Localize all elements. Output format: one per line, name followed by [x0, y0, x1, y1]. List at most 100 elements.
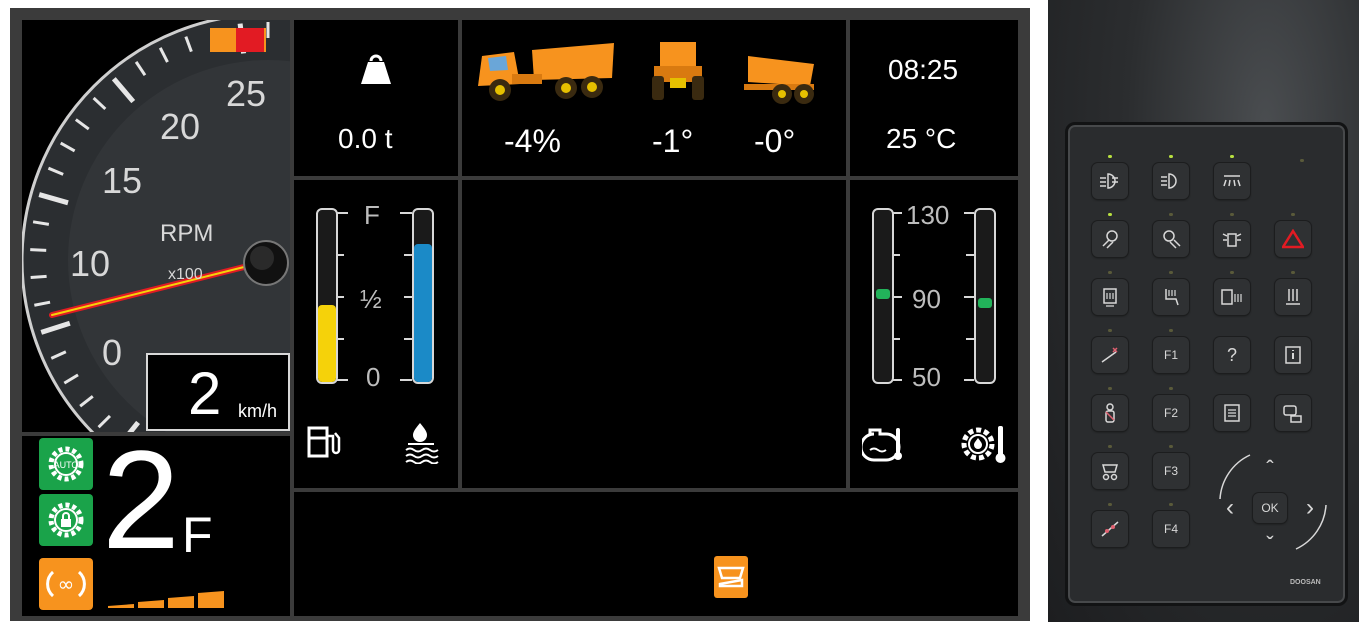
- mirror-heat-icon: [1103, 288, 1117, 307]
- svg-text:AUTO: AUTO: [54, 460, 79, 470]
- oil-temp-icon: [961, 426, 1006, 463]
- rear-defrost-icon: [1286, 289, 1300, 305]
- led-work-light: [1230, 155, 1234, 158]
- rpm-multiplier: x100: [168, 266, 203, 283]
- temp-label-130: 130: [906, 200, 950, 230]
- grade-value: -4%: [504, 123, 561, 159]
- key-menu[interactable]: [1214, 395, 1250, 431]
- gear-lock-button: [39, 494, 93, 546]
- wiper-icon: [1101, 347, 1118, 363]
- key-f3[interactable]: F3: [1153, 453, 1189, 489]
- led-hazard: [1291, 213, 1295, 216]
- key-camera[interactable]: [1275, 395, 1311, 431]
- headlight-high-icon: [1161, 173, 1177, 189]
- level-label-full: F: [364, 200, 380, 230]
- key-beacon[interactable]: [1214, 221, 1250, 257]
- weight-icon: [361, 54, 391, 84]
- key-rear-defrost[interactable]: [1275, 279, 1311, 315]
- led-front-defrost: [1230, 271, 1234, 274]
- led-beacon: [1230, 213, 1234, 216]
- levels-panel: F ½ 0: [294, 180, 458, 488]
- tick-label-10: 10: [70, 243, 111, 284]
- key-diff-lock[interactable]: [1092, 511, 1128, 547]
- speed-box: 2 km/h: [146, 353, 290, 431]
- temp-label-50: 50: [912, 362, 941, 392]
- key-seatbelt[interactable]: [1092, 395, 1128, 431]
- key-rear-work-lights[interactable]: [1153, 221, 1189, 257]
- info-icon: [1285, 346, 1301, 364]
- led-dump-body: [1108, 445, 1112, 448]
- truck-grade-icon: [478, 43, 614, 101]
- level-label-half: ½: [360, 284, 382, 314]
- level-label-empty: 0: [366, 362, 381, 392]
- svg-text:∞: ∞: [58, 572, 75, 596]
- clock-time: 08:25: [888, 54, 959, 85]
- work-light-icon: [1223, 175, 1241, 187]
- key-hazard[interactable]: [1275, 221, 1311, 257]
- key-f2[interactable]: F2: [1153, 395, 1189, 431]
- front-lights-icon: [1102, 230, 1118, 249]
- led-mirror-heat: [1108, 271, 1112, 274]
- def-fluid-icon: [405, 423, 439, 464]
- key-seat-heat[interactable]: [1153, 279, 1189, 315]
- key-nav-down[interactable]: ˇ: [1255, 531, 1285, 559]
- payload-panel: 0.0 t: [294, 20, 458, 176]
- gear-auto-icon: AUTO: [48, 446, 84, 482]
- key-dump-body[interactable]: [1092, 453, 1128, 489]
- key-info[interactable]: [1275, 337, 1311, 373]
- tick-label-25: 25: [226, 73, 267, 114]
- key-help[interactable]: ?: [1214, 337, 1250, 373]
- clock-panel: 08:25 25 °C: [850, 20, 1018, 176]
- led-f3: [1169, 445, 1173, 448]
- tach-tick: [30, 248, 47, 252]
- led-diff-lock: [1108, 503, 1112, 506]
- key-nav-right[interactable]: ›: [1296, 493, 1324, 523]
- gear-number: 2: [102, 421, 180, 578]
- seatbelt-icon: [1105, 403, 1115, 423]
- key-ok[interactable]: OK: [1253, 493, 1287, 523]
- key-f1[interactable]: F1: [1153, 337, 1189, 373]
- infinity-icon: ∞: [46, 570, 86, 598]
- led-sensor: [1300, 159, 1304, 162]
- dump-body-icon: [717, 566, 745, 588]
- body-tip-value: -0°: [754, 123, 796, 159]
- rear-lights-icon: [1163, 230, 1181, 249]
- status-panel: [294, 492, 1018, 616]
- key-work-light[interactable]: [1214, 163, 1250, 199]
- key-high-beam[interactable]: [1153, 163, 1189, 199]
- gear-direction: F: [182, 507, 213, 563]
- inclination-panel: -4% -1° -0°: [462, 20, 846, 176]
- led-high-beam: [1169, 155, 1173, 158]
- key-low-beam[interactable]: [1092, 163, 1128, 199]
- front-defrost-icon: [1221, 289, 1242, 305]
- tick-label-20: 20: [160, 106, 201, 147]
- keypad-brand: DOOSAN: [1290, 579, 1321, 586]
- led-f1: [1169, 329, 1173, 332]
- tick-label-0: 0: [102, 332, 123, 373]
- temp-label-90: 90: [912, 284, 941, 314]
- beacon-icon: [1222, 233, 1242, 247]
- key-mirror-heat[interactable]: [1092, 279, 1128, 315]
- diff-lock-key-icon: [1101, 521, 1119, 537]
- key-front-defrost[interactable]: [1214, 279, 1250, 315]
- led-wiper: [1108, 329, 1112, 332]
- key-front-work-lights[interactable]: [1092, 221, 1128, 257]
- roll-value: -1°: [652, 123, 694, 159]
- truck-roll-icon: [652, 42, 704, 100]
- led-rear-defrost: [1291, 271, 1295, 274]
- temps-panel: 130 90 50: [850, 180, 1018, 488]
- keypad-photo: F1 ? F2 F3 F4 ˆ ‹ OK › ˇ DOOSAN: [1048, 0, 1359, 622]
- led-low-beam: [1108, 155, 1112, 158]
- tick-label-15: 15: [102, 160, 143, 201]
- key-f4[interactable]: F4: [1153, 511, 1189, 547]
- led-seat-heat: [1169, 271, 1173, 274]
- redline-zone-red: [236, 28, 264, 52]
- tach-tick: [30, 274, 47, 280]
- menu-list-icon: [1224, 404, 1240, 422]
- key-nav-up[interactable]: ˆ: [1255, 455, 1285, 483]
- ambient-temp: 25 °C: [886, 123, 957, 154]
- key-wiper[interactable]: [1092, 337, 1128, 373]
- key-nav-left[interactable]: ‹: [1216, 493, 1244, 523]
- payload-value: 0.0 t: [338, 123, 393, 154]
- camera-icon: [1283, 405, 1302, 423]
